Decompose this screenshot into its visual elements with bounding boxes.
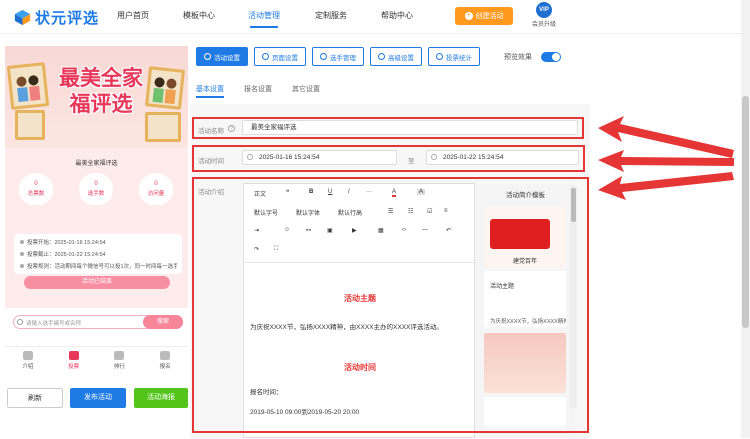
publish-activity-button[interactable]: 发布活动	[70, 388, 126, 408]
vip-label: 会员升级	[531, 22, 556, 28]
vote-start-text: 投票开始：2025-01-16 15:24:54	[27, 240, 106, 246]
vote-end-text: 投票截止：2025-01-22 15:24:54	[27, 252, 106, 258]
family-illustration-icon	[16, 75, 41, 103]
gear-icon	[262, 53, 269, 60]
signup-icon	[160, 351, 171, 360]
stat-value: 0	[154, 181, 158, 187]
bullet-icon	[20, 240, 24, 244]
tab-label: 报名	[159, 364, 171, 370]
subtab-signup-settings[interactable]: 报名设置	[244, 84, 272, 94]
vote-icon	[68, 351, 79, 360]
button-label: 选手管理	[330, 54, 356, 62]
nav-help-center[interactable]: 帮助中心	[381, 0, 413, 34]
tab-label: 介绍	[22, 364, 34, 370]
annotation-arrows	[598, 116, 734, 200]
vip-upgrade[interactable]: VIP 会员升级	[524, 2, 564, 28]
highlight-activity-name	[192, 117, 584, 139]
tab-vote[interactable]: 投票	[51, 347, 97, 374]
stat-value: 0	[94, 181, 98, 187]
brand-name: 状元评选	[35, 10, 100, 27]
family-photo-frame-left	[6, 62, 50, 110]
subtab-basic-settings[interactable]: 基本设置	[196, 84, 224, 98]
refresh-button[interactable]: 刷新	[7, 388, 63, 408]
sliders-icon	[378, 53, 385, 60]
settings-icon	[204, 53, 211, 60]
vote-info-box: 投票开始：2025-01-16 15:24:54 投票截止：2025-01-22…	[14, 234, 182, 274]
preview-tab-bar: 介绍 投票 排行 报名	[5, 346, 188, 374]
create-activity-label: 创建活动	[475, 13, 504, 20]
subtab-other-settings[interactable]: 其它设置	[292, 84, 320, 94]
page-scrollbar[interactable]	[741, 0, 750, 438]
info-line: 投票规则：活动期间每个微信号可以投1次，同一时间每一选手投1票	[20, 262, 182, 270]
tab-rank[interactable]: 排行	[97, 347, 143, 374]
vip-badge-icon: VIP	[536, 2, 552, 18]
button-label: 投票统计	[446, 54, 472, 62]
highlight-activity-intro	[192, 177, 589, 433]
nav-custom-service[interactable]: 定制服务	[315, 0, 347, 34]
preview-actions: 刷新 发布活动 活动海报	[5, 388, 188, 410]
stat-label: 选手数	[87, 191, 105, 197]
preview-effect-toggle[interactable]	[541, 52, 561, 62]
highlight-activity-time	[192, 145, 585, 172]
nav-activity-management[interactable]: 活动管理	[248, 0, 280, 34]
family-illustration-icon	[152, 77, 177, 105]
vote-statistics-button[interactable]: 投票统计	[428, 47, 480, 66]
intro-icon	[22, 351, 33, 360]
rank-icon	[114, 351, 125, 360]
preview-activity-name: 最美全家福评选	[75, 161, 118, 167]
button-label: 高级设置	[388, 54, 414, 62]
stat-visits: 0 访问量	[139, 173, 173, 205]
vote-rule-text: 投票规则：活动期间每个微信号可以投1次，同一时间每一选手投1票	[27, 264, 177, 270]
tab-signup[interactable]: 报名	[142, 347, 188, 374]
advanced-settings-button[interactable]: 高级设置	[370, 47, 422, 66]
tab-label: 投票	[68, 364, 80, 370]
stat-label: 访问量	[147, 191, 165, 197]
poster-banner: 最美全家福评选	[5, 46, 188, 148]
button-label: 页面设置	[272, 54, 298, 62]
bar-chart-icon	[436, 53, 443, 60]
tab-intro[interactable]: 介绍	[5, 347, 51, 374]
preview-vote-button[interactable]: 活动已结束	[24, 276, 170, 289]
info-line: 投票截止：2025-01-22 15:24:54	[20, 250, 182, 258]
top-bar: 状元评选 用户首页 模板中心 活动管理 定制服务 帮助中心 + 创建活动 VIP…	[0, 0, 750, 34]
stat-value: 0	[34, 181, 38, 187]
nav-template-center[interactable]: 模板中心	[183, 0, 215, 34]
tab-label: 排行	[113, 364, 125, 370]
stat-contestants: 0 选手数	[79, 173, 113, 205]
create-activity-button[interactable]: + 创建活动	[455, 7, 513, 25]
info-line: 投票开始：2025-01-16 15:24:54	[20, 238, 182, 246]
users-icon	[320, 53, 327, 60]
preview-search-button[interactable]: 搜索	[143, 315, 183, 329]
page-settings-button[interactable]: 页面设置	[254, 47, 306, 66]
poster-title: 最美全家福评选	[59, 67, 143, 116]
search-placeholder: 请输入选手编号或名称	[26, 321, 82, 327]
family-photo-frame-small	[15, 110, 45, 140]
plus-icon: +	[464, 12, 473, 20]
nav-user-home[interactable]: 用户首页	[117, 0, 149, 34]
bullet-icon	[20, 264, 24, 268]
activity-settings-button[interactable]: 活动设置	[196, 47, 248, 66]
logo-cube-icon	[14, 9, 31, 26]
family-photo-frame-right	[145, 66, 185, 110]
stat-label: 总票数	[27, 191, 45, 197]
page-scrollbar-thumb[interactable]	[742, 96, 749, 328]
stat-total-votes: 0 总票数	[19, 173, 53, 205]
search-icon	[17, 319, 23, 325]
bullet-icon	[20, 252, 24, 256]
brand-logo[interactable]: 状元评选	[14, 7, 99, 28]
preview-search-bar[interactable]: 请输入选手编号或名称 搜索	[13, 315, 183, 329]
contestant-management-button[interactable]: 选手管理	[312, 47, 364, 66]
preview-effect-label: 预览效果	[504, 54, 532, 61]
activity-poster-button[interactable]: 活动海报	[134, 388, 188, 408]
button-label: 活动设置	[214, 54, 240, 62]
mobile-preview: 最美全家福评选 最美全家福评选 0 总票数 0 选手数 0 访问量 投票开始：2…	[5, 46, 188, 438]
